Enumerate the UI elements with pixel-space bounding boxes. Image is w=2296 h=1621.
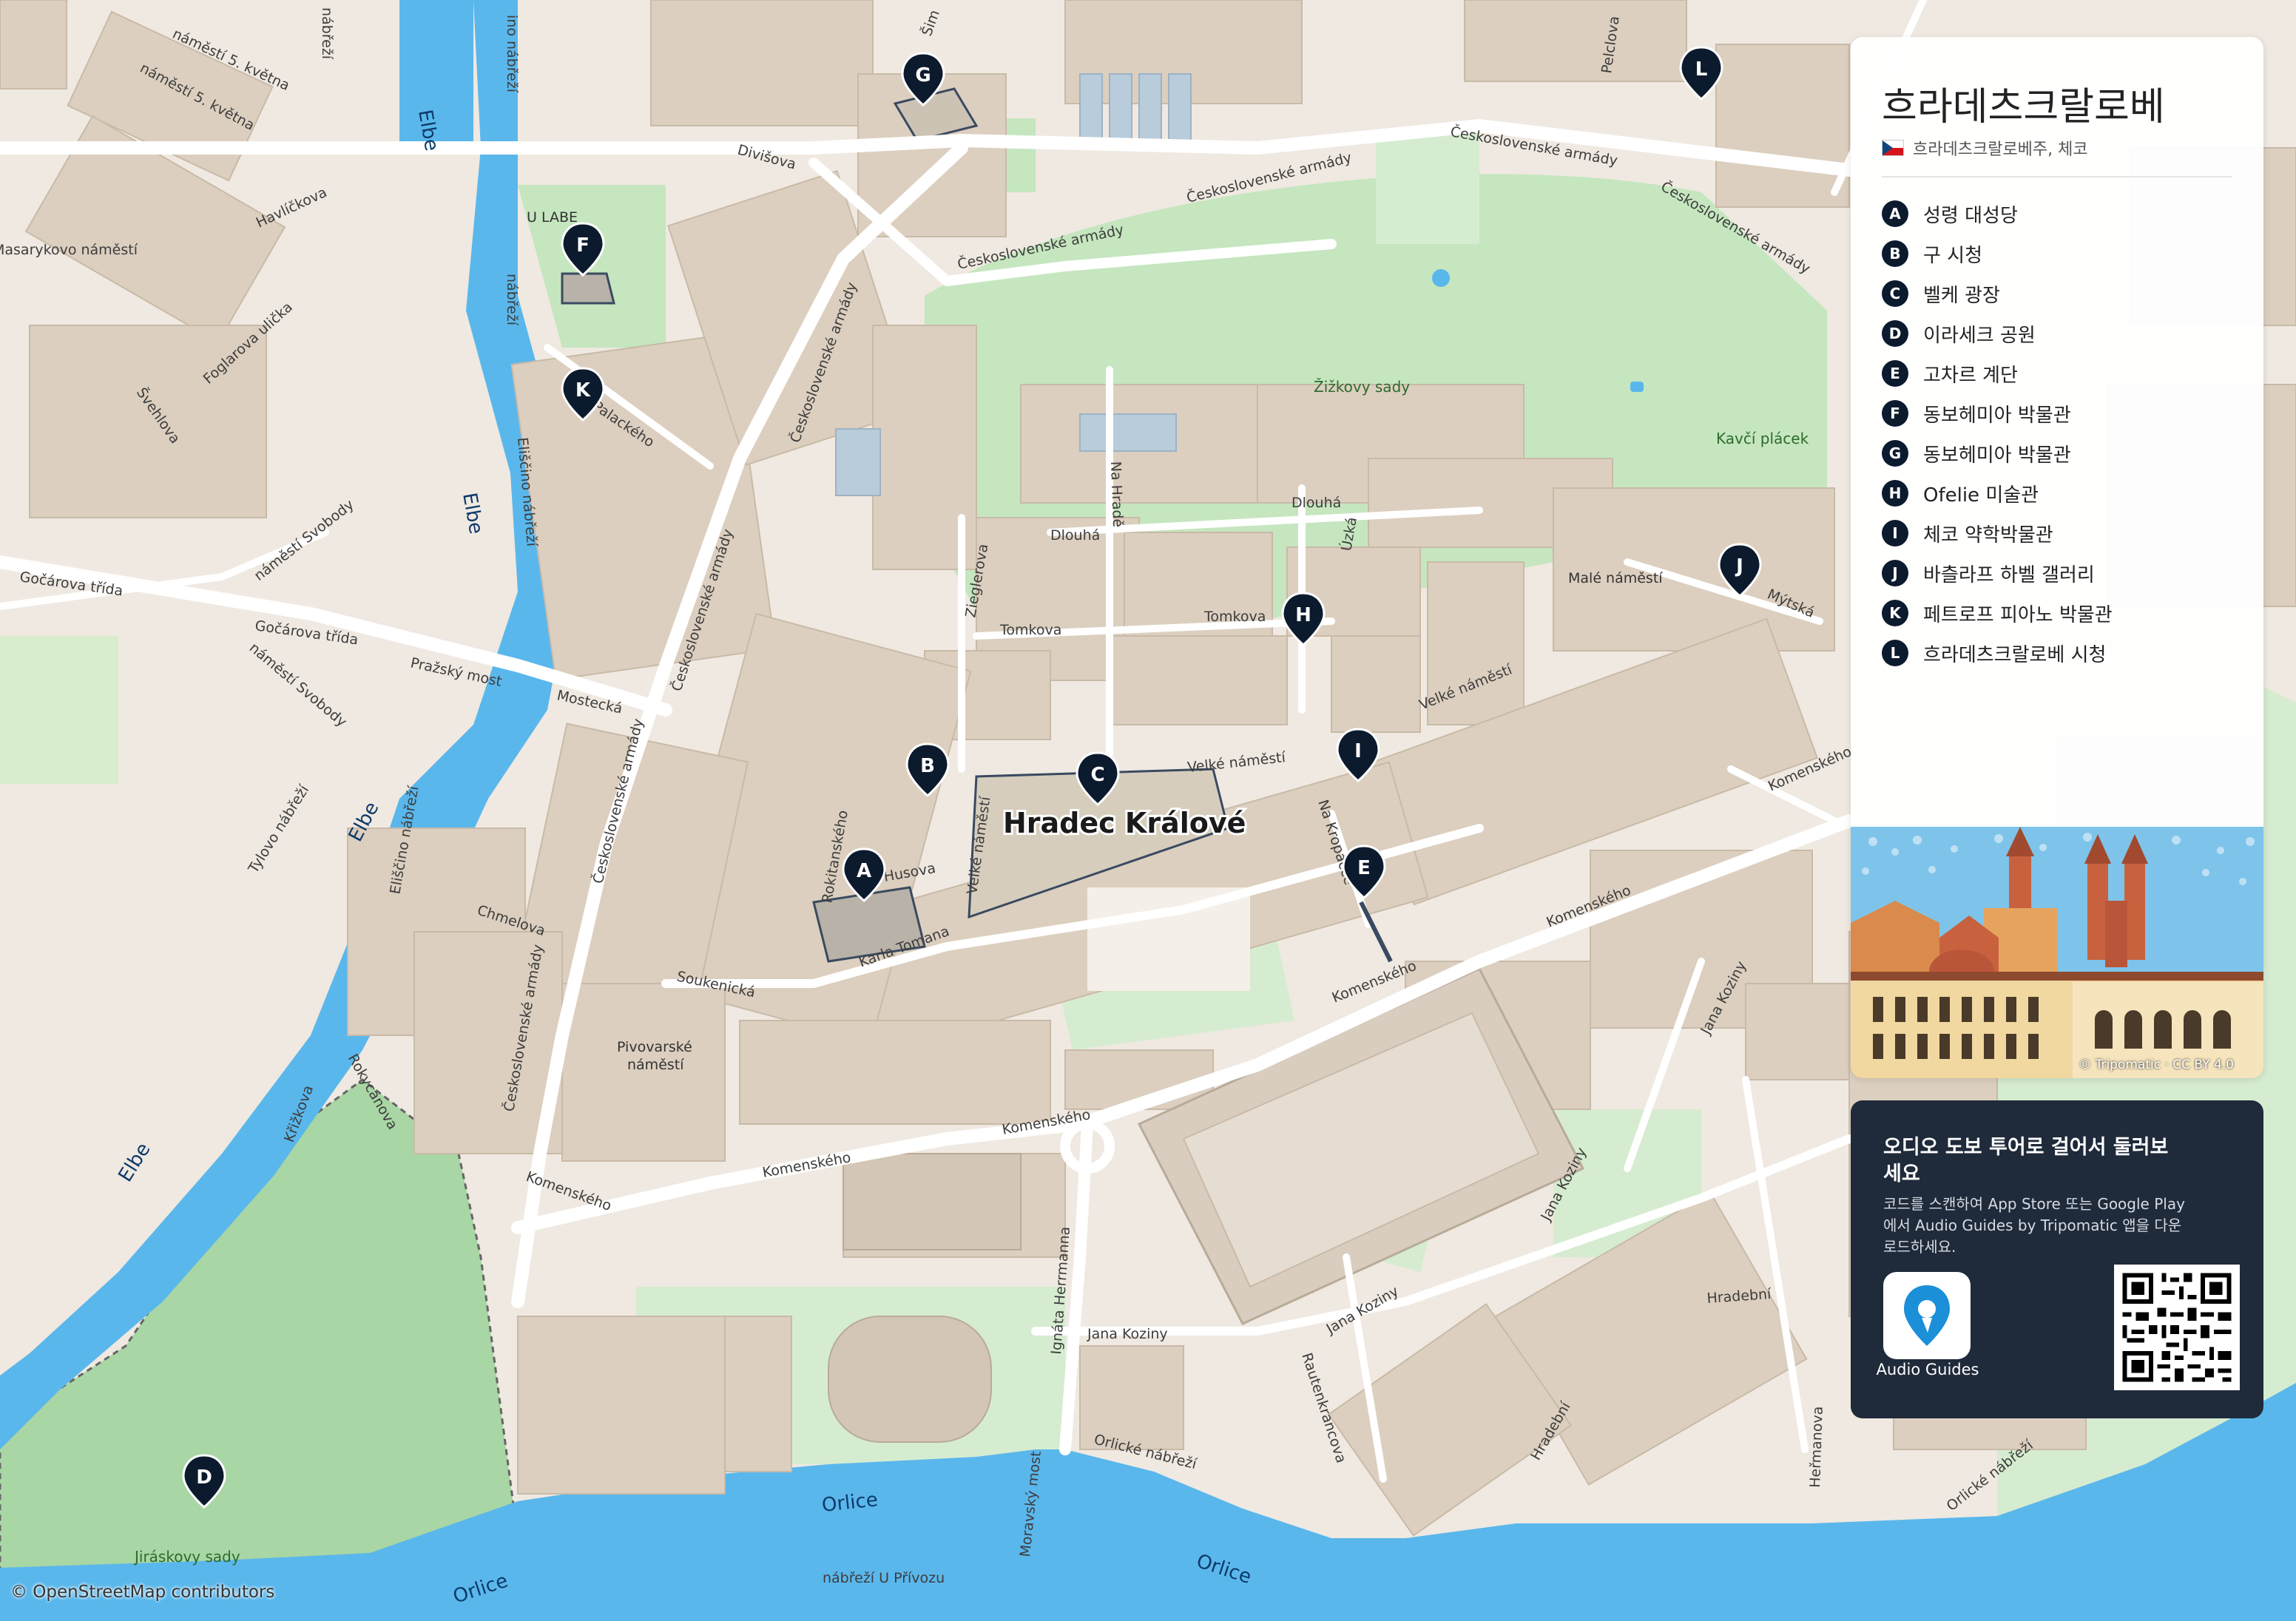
audio-card-description: 코드를 스캔하여 App Store 또는 Google Play에서 Audi… bbox=[1883, 1195, 2185, 1256]
street-label: Heřmanova bbox=[1807, 1406, 1826, 1488]
poi-badge: J bbox=[1882, 560, 1908, 586]
poi-name: 바츨라프 하벨 갤러리 bbox=[1923, 564, 2095, 586]
poi-name: 흐라데츠크랄로베 시청 bbox=[1923, 643, 2107, 666]
pin-letter: K bbox=[575, 379, 591, 402]
city-label: Hradec Králové bbox=[1003, 807, 1246, 839]
park-label: Kavčí plácek bbox=[1716, 430, 1809, 447]
poi-name: 성령 대성당 bbox=[1923, 204, 2018, 227]
pin-letter: F bbox=[576, 234, 590, 257]
poi-item[interactable]: A 성령 대성당 bbox=[1882, 194, 2113, 234]
poi-name: 벨케 광장 bbox=[1923, 284, 2000, 307]
poi-item[interactable]: E 고차르 계단 bbox=[1882, 353, 2113, 393]
audio-guides-app-icon[interactable] bbox=[1883, 1272, 1971, 1359]
pin-letter: G bbox=[915, 64, 931, 87]
pond bbox=[1432, 269, 1450, 287]
poi-list: A 성령 대성당 B 구 시청 C 벨케 광장 D 이라세크 공원 E 고차르 계단 F동… bbox=[1882, 194, 2113, 673]
pin-letter: B bbox=[920, 755, 935, 777]
small-pond bbox=[1630, 382, 1644, 392]
poi-badge: C bbox=[1882, 280, 1908, 307]
pin-letter: E bbox=[1357, 857, 1371, 879]
street-label: nábřeží bbox=[504, 274, 520, 326]
street-label: ino nábřeží bbox=[504, 15, 520, 93]
illustration-credit: © Tripomatic · CC BY 4.0 bbox=[2079, 1057, 2234, 1072]
poi-name: 체코 약학박물관 bbox=[1923, 524, 2053, 546]
poi-name: 고차르 계단 bbox=[1923, 364, 2018, 387]
city-illustration bbox=[1851, 827, 2263, 1078]
park-label: Žižkovy sady bbox=[1314, 378, 1410, 396]
poi-name: 구 시청 bbox=[1923, 244, 1983, 267]
poi-name: 페트로프 피아노 박물관 bbox=[1923, 603, 2113, 626]
poi-item[interactable]: L 흐라데츠크랄로베 시청 bbox=[1882, 633, 2113, 673]
place-label: náměstí bbox=[627, 1057, 684, 1073]
park-label: Jiráskovy sady bbox=[133, 1548, 240, 1566]
poi-badge: L bbox=[1882, 640, 1908, 666]
pin-letter: L bbox=[1695, 58, 1708, 81]
poi-badge: I bbox=[1882, 520, 1908, 546]
poi-item[interactable]: G 동보헤미아 박물관 bbox=[1882, 433, 2113, 473]
divider bbox=[1882, 176, 2232, 177]
museum-footprint bbox=[561, 272, 615, 305]
pin-letter: C bbox=[1090, 764, 1104, 786]
stadium bbox=[828, 1316, 992, 1443]
poi-item[interactable]: C 벨케 광장 bbox=[1882, 274, 2113, 314]
street-label: Dlouhá bbox=[1050, 527, 1100, 544]
poi-badge: E bbox=[1882, 360, 1908, 387]
street-label: Tomkova bbox=[1203, 609, 1266, 625]
street-label: Na Hradě bbox=[1107, 461, 1126, 527]
place-label: Pivovarské bbox=[617, 1039, 692, 1055]
qr-code-icon[interactable] bbox=[2114, 1265, 2240, 1390]
poi-item[interactable]: J 바츨라프 하벨 갤러리 bbox=[1882, 553, 2113, 593]
poi-badge: K bbox=[1882, 600, 1908, 626]
poi-item[interactable]: I 체코 약학박물관 bbox=[1882, 513, 2113, 553]
pin-letter: D bbox=[196, 1466, 212, 1489]
region-text: 흐라데츠크랄로베주, 체코 bbox=[1913, 141, 2088, 159]
street-label: Tomkova bbox=[999, 622, 1061, 638]
block-south bbox=[843, 1153, 1022, 1251]
audio-card-title: 오디오 도보 투어로 걸어서 둘러보세요 bbox=[1883, 1136, 2169, 1185]
app-label: Audio Guides bbox=[1876, 1361, 1979, 1378]
poi-item[interactable]: H Ofelie 미술관 bbox=[1882, 473, 2113, 513]
street-label: nábřeží U Přívozu bbox=[823, 1570, 945, 1586]
poi-badge: G bbox=[1882, 440, 1908, 467]
poi-name: Ofelie 미술관 bbox=[1923, 484, 2039, 507]
pin-letter: A bbox=[857, 860, 871, 882]
poi-item[interactable]: K 페트로프 피아노 박물관 bbox=[1882, 593, 2113, 633]
place-label: Malé náměstí bbox=[1568, 570, 1663, 586]
poi-item[interactable]: D 이라세크 공원 bbox=[1882, 314, 2113, 353]
pin-letter: I bbox=[1354, 740, 1362, 762]
poi-badge: D bbox=[1882, 320, 1908, 347]
region-subtitle: 흐라데츠크랄로베주, 체코 bbox=[1882, 136, 2088, 160]
poi-badge: B bbox=[1882, 240, 1908, 267]
poi-item[interactable]: F 동보헤미아 박물관 bbox=[1882, 393, 2113, 433]
sidebar-panel: 흐라데츠크랄로베 흐라데츠크랄로베주, 체코 A 성령 대성당 B 구 시청 C 벨케… bbox=[1851, 37, 2263, 1078]
street-label: Masarykovo náměstí bbox=[0, 242, 138, 258]
poi-badge: A bbox=[1882, 200, 1908, 227]
czech-flag-icon bbox=[1882, 140, 1904, 156]
poi-badge: F bbox=[1882, 400, 1908, 427]
poi-name: 동보헤미아 박물관 bbox=[1923, 444, 2071, 467]
street-label: Dlouhá bbox=[1292, 495, 1341, 511]
pin-letter: H bbox=[1295, 604, 1311, 626]
poi-badge: H bbox=[1882, 480, 1908, 507]
poi-item[interactable]: B 구 시청 bbox=[1882, 234, 2113, 274]
pin-letter: J bbox=[1735, 555, 1743, 578]
street-label: Jana Koziny bbox=[1087, 1326, 1168, 1342]
audio-guide-card: 오디오 도보 투어로 걸어서 둘러보세요 코드를 스캔하여 App Store … bbox=[1851, 1100, 2263, 1418]
place-label: U LABE bbox=[527, 209, 578, 226]
poi-name: 동보헤미아 박물관 bbox=[1923, 404, 2071, 427]
street-label: nábřeží bbox=[319, 7, 335, 60]
pale-lot bbox=[1087, 887, 1250, 991]
poi-name: 이라세크 공원 bbox=[1923, 324, 2036, 347]
city-title: 흐라데츠크랄로베 bbox=[1882, 85, 2165, 129]
osm-credit[interactable]: © OpenStreetMap contributors bbox=[10, 1583, 274, 1602]
